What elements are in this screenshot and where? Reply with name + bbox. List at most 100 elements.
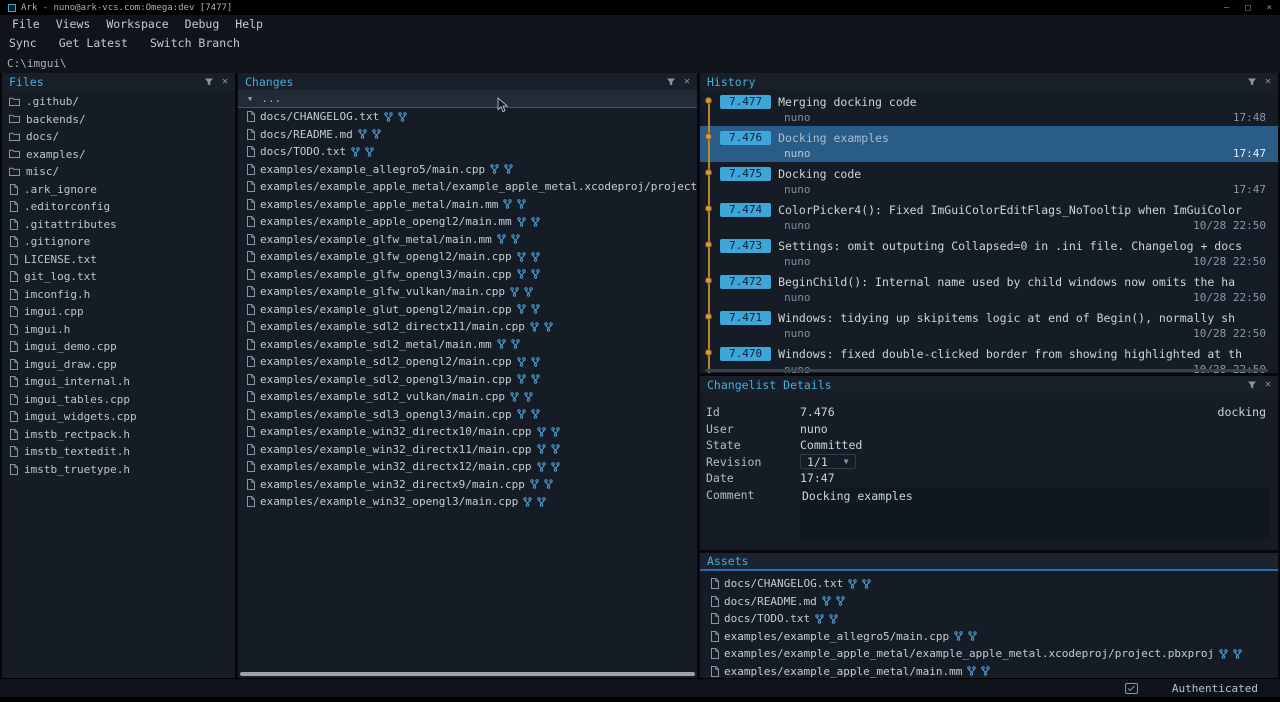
- asset-row[interactable]: examples/example_apple_metal/main.mm: [700, 663, 1278, 679]
- file-item[interactable]: .gitattributes: [2, 216, 235, 234]
- change-row[interactable]: examples/example_sdl2_directx11/main.cpp: [238, 318, 697, 336]
- folder-item[interactable]: examples/: [2, 146, 235, 164]
- changeset-time: 10/28 22:50: [1193, 219, 1266, 232]
- change-row[interactable]: examples/example_apple_opengl2/main.mm: [238, 213, 697, 231]
- change-row[interactable]: examples/example_glfw_vulkan/main.cpp: [238, 283, 697, 301]
- changes-root-row[interactable]: ▼ ...: [238, 90, 697, 108]
- item-label: docs/: [26, 130, 59, 143]
- file-item[interactable]: imgui_tables.cpp: [2, 391, 235, 409]
- change-row[interactable]: examples/example_win32_directx11/main.cp…: [238, 441, 697, 459]
- change-row[interactable]: examples/example_sdl2_metal/main.mm: [238, 336, 697, 354]
- change-row[interactable]: examples/example_apple_metal/main.mm: [238, 196, 697, 214]
- toolbar-sync[interactable]: Sync: [2, 36, 44, 50]
- expand-caret-icon[interactable]: ▼: [248, 95, 252, 103]
- history-row[interactable]: 7.475Docking codenuno17:47: [700, 162, 1278, 198]
- history-row[interactable]: 7.474ColorPicker4(): Fixed ImGuiColorEdi…: [700, 198, 1278, 234]
- minimize-button[interactable]: –: [1224, 3, 1229, 13]
- asset-row[interactable]: examples/example_apple_metal/example_app…: [700, 645, 1278, 663]
- changeset-time: 10/28 22:50: [1193, 291, 1266, 304]
- history-row[interactable]: 7.477Merging docking codenuno17:48: [700, 90, 1278, 126]
- folder-item[interactable]: backends/: [2, 111, 235, 129]
- detail-field-comment: CommentDocking examples: [706, 488, 1270, 540]
- close-icon[interactable]: ✕: [222, 77, 228, 87]
- asset-row[interactable]: docs/CHANGELOG.txt: [700, 575, 1278, 593]
- file-item[interactable]: .ark_ignore: [2, 181, 235, 199]
- change-row[interactable]: examples/example_win32_directx10/main.cp…: [238, 423, 697, 441]
- menubar: FileViewsWorkspaceDebugHelp: [0, 15, 1280, 32]
- changed-status-icon: [517, 199, 526, 209]
- folder-item[interactable]: docs/: [2, 128, 235, 146]
- filter-icon[interactable]: [1247, 380, 1257, 390]
- changeset-user: nuno: [784, 147, 811, 160]
- branch-graph-dot: [705, 169, 712, 176]
- file-item[interactable]: imstb_textedit.h: [2, 443, 235, 461]
- file-item[interactable]: imgui_widgets.cpp: [2, 408, 235, 426]
- file-item[interactable]: imstb_rectpack.h: [2, 426, 235, 444]
- change-row[interactable]: examples/example_win32_directx9/main.cpp: [238, 476, 697, 494]
- change-row[interactable]: examples/example_glut_opengl2/main.cpp: [238, 301, 697, 319]
- assets-panel: Assets docs/CHANGELOG.txtdocs/README.mdd…: [700, 553, 1278, 678]
- file-item[interactable]: imstb_truetype.h: [2, 461, 235, 479]
- asset-row[interactable]: examples/example_allegro5/main.cpp: [700, 628, 1278, 646]
- menu-file[interactable]: File: [4, 17, 48, 31]
- history-row[interactable]: 7.472BeginChild(): Internal name used by…: [700, 270, 1278, 306]
- history-row[interactable]: 7.476Docking examplesnuno17:47: [700, 126, 1278, 162]
- folder-icon: [9, 167, 20, 177]
- change-row[interactable]: examples/example_sdl2_vulkan/main.cpp: [238, 388, 697, 406]
- menu-debug[interactable]: Debug: [177, 17, 228, 31]
- change-row[interactable]: examples/example_glfw_opengl3/main.cpp: [238, 266, 697, 284]
- change-row[interactable]: examples/example_allegro5/main.cpp: [238, 161, 697, 179]
- file-item[interactable]: imconfig.h: [2, 286, 235, 304]
- history-row[interactable]: 7.471Windows: tidying up skipitems logic…: [700, 306, 1278, 342]
- revision-dropdown[interactable]: 1/1▼: [800, 454, 856, 469]
- document-icon: [246, 391, 255, 402]
- change-row[interactable]: examples/example_glfw_opengl2/main.cpp: [238, 248, 697, 266]
- change-row[interactable]: examples/example_sdl3_opengl3/main.cpp: [238, 406, 697, 424]
- close-icon[interactable]: ✕: [1265, 380, 1271, 390]
- horizontal-scrollbar[interactable]: [240, 672, 695, 676]
- change-row[interactable]: examples/example_win32_opengl3/main.cpp: [238, 493, 697, 511]
- file-item[interactable]: imgui_demo.cpp: [2, 338, 235, 356]
- close-icon[interactable]: ✕: [684, 77, 690, 87]
- toolbar-get-latest[interactable]: Get Latest: [52, 36, 135, 50]
- change-row[interactable]: examples/example_apple_metal/example_app…: [238, 178, 697, 196]
- history-row[interactable]: 7.473Settings: omit outputing Collapsed=…: [700, 234, 1278, 270]
- file-item[interactable]: imgui_internal.h: [2, 373, 235, 391]
- filter-icon[interactable]: [1247, 77, 1257, 87]
- item-label: imgui_widgets.cpp: [24, 410, 137, 423]
- files-panel-header: Files ✕: [2, 73, 235, 90]
- change-row[interactable]: docs/CHANGELOG.txt: [238, 108, 697, 126]
- file-item[interactable]: git_log.txt: [2, 268, 235, 286]
- changeset-badge: 7.474: [720, 203, 771, 217]
- file-item[interactable]: imgui_draw.cpp: [2, 356, 235, 374]
- horizontal-scrollbar[interactable]: [705, 369, 1268, 372]
- file-item[interactable]: imgui.cpp: [2, 303, 235, 321]
- folder-item[interactable]: .github/: [2, 93, 235, 111]
- change-row[interactable]: examples/example_sdl2_opengl3/main.cpp: [238, 371, 697, 389]
- file-item[interactable]: .editorconfig: [2, 198, 235, 216]
- file-item[interactable]: .gitignore: [2, 233, 235, 251]
- filter-icon[interactable]: [666, 77, 676, 87]
- change-path: examples/example_apple_metal/example_app…: [260, 180, 697, 193]
- change-row[interactable]: examples/example_sdl2_opengl2/main.cpp: [238, 353, 697, 371]
- change-row[interactable]: examples/example_glfw_metal/main.mm: [238, 231, 697, 249]
- toolbar-switch-branch[interactable]: Switch Branch: [143, 36, 247, 50]
- change-path: examples/example_sdl2_opengl2/main.cpp: [260, 355, 512, 368]
- asset-row[interactable]: docs/TODO.txt: [700, 610, 1278, 628]
- folder-item[interactable]: misc/: [2, 163, 235, 181]
- change-row[interactable]: docs/README.md: [238, 126, 697, 144]
- file-item[interactable]: LICENSE.txt: [2, 251, 235, 269]
- menu-workspace[interactable]: Workspace: [98, 17, 176, 31]
- close-icon[interactable]: ✕: [1265, 77, 1271, 87]
- document-icon: [246, 304, 255, 315]
- file-item[interactable]: imgui.h: [2, 321, 235, 339]
- menu-views[interactable]: Views: [48, 17, 99, 31]
- change-row[interactable]: examples/example_win32_directx12/main.cp…: [238, 458, 697, 476]
- maximize-button[interactable]: □: [1245, 3, 1250, 13]
- menu-help[interactable]: Help: [227, 17, 271, 31]
- asset-row[interactable]: docs/README.md: [700, 593, 1278, 611]
- change-row[interactable]: docs/TODO.txt: [238, 143, 697, 161]
- close-button[interactable]: ×: [1267, 3, 1272, 13]
- filter-icon[interactable]: [204, 77, 214, 87]
- changed-status-icon: [531, 269, 540, 279]
